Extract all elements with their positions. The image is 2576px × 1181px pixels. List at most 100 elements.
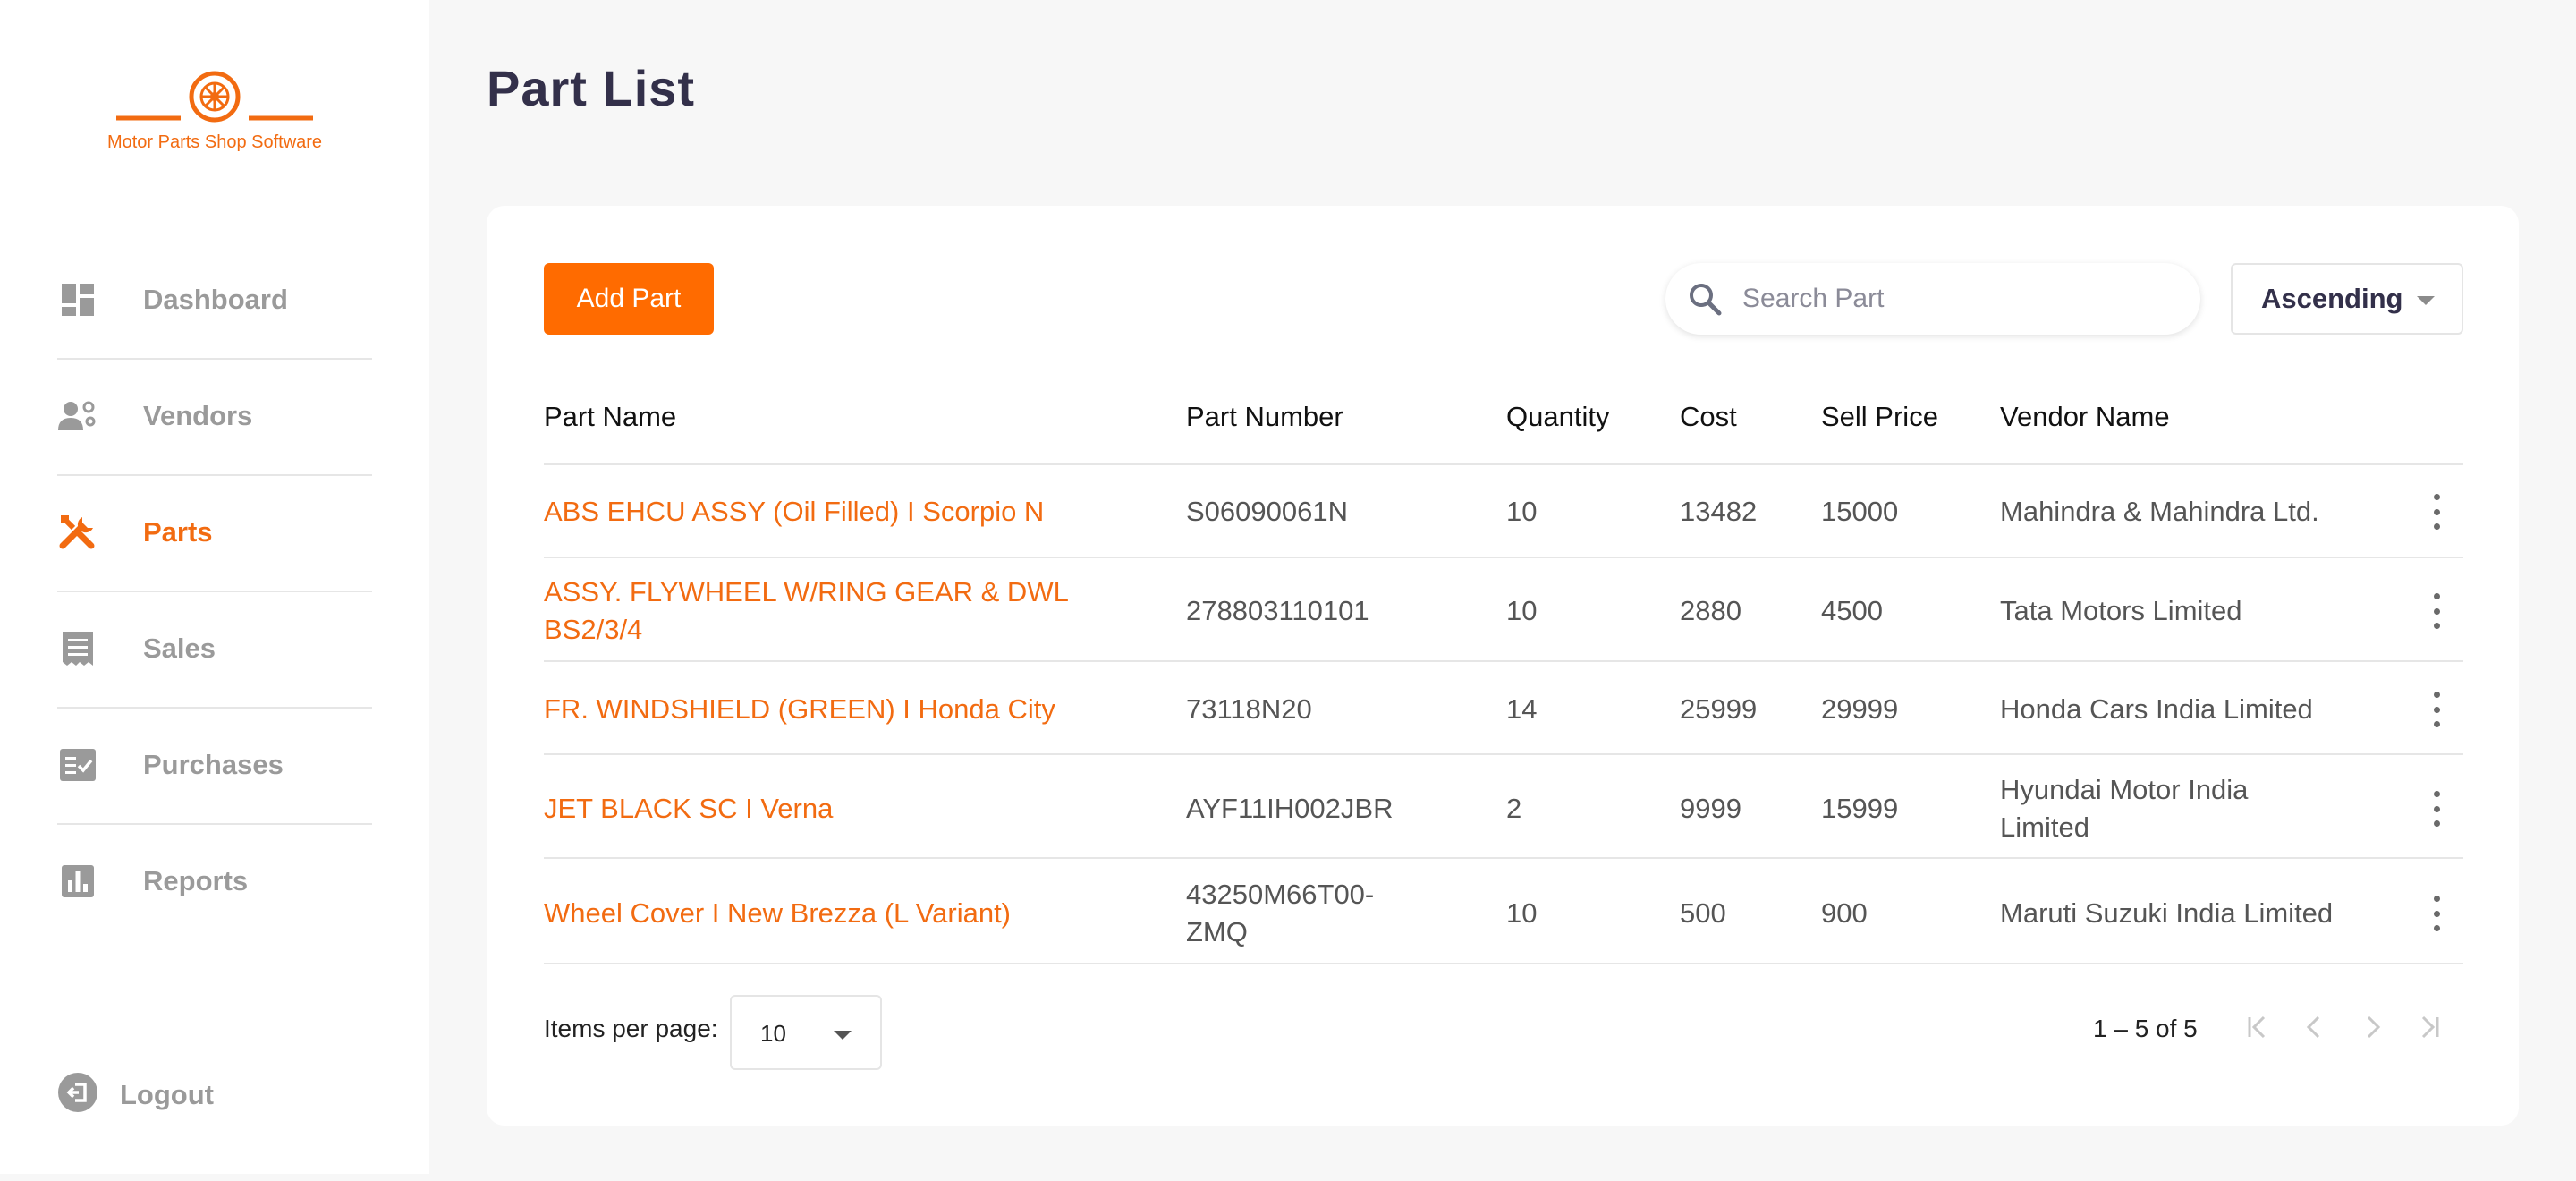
- page-title: Part List: [487, 60, 696, 116]
- sell-price: 4500: [1821, 595, 1883, 626]
- vendor-name: Mahindra & Mahindra Ltd.: [2000, 493, 2319, 531]
- quantity: 10: [1506, 897, 1538, 929]
- part-number-line: 73118N20: [1186, 693, 1312, 725]
- row-divider: [544, 557, 2463, 558]
- tools-icon: [57, 512, 98, 553]
- column-header-quantity[interactable]: Quantity: [1506, 401, 1609, 433]
- vendor-name: Maruti Suzuki India Limited: [2000, 895, 2333, 932]
- logout-label: Logout: [120, 1078, 215, 1110]
- more-options-icon[interactable]: [2428, 593, 2445, 629]
- quantity: 10: [1506, 595, 1538, 626]
- part-name-link[interactable]: ABS EHCU ASSY (Oil Filled) I Scorpio N: [544, 493, 1044, 531]
- wheel-logo-icon: [116, 71, 313, 123]
- vendor-name-line: Limited: [2000, 811, 2089, 843]
- sidebar-item-label: Dashboard: [143, 284, 288, 315]
- last-page-icon[interactable]: [2411, 1009, 2447, 1045]
- part-name-line: ABS EHCU ASSY (Oil Filled) I Scorpio N: [544, 496, 1045, 527]
- vendors-icon: [57, 395, 98, 437]
- vendor-name-line: Hyundai Motor India: [2000, 774, 2249, 805]
- more-options-icon[interactable]: [2428, 692, 2445, 727]
- parts-card: Add Part Ascending Part Name Part Number…: [487, 206, 2519, 1126]
- part-name-link[interactable]: JET BLACK SC I Verna: [544, 790, 833, 828]
- part-name-line: FR. WINDSHIELD (GREEN) I Honda City: [544, 693, 1055, 725]
- column-header-vendor-name[interactable]: Vendor Name: [2000, 401, 2170, 433]
- row-divider: [544, 753, 2463, 755]
- part-name-line: ASSY. FLYWHEEL W/RING GEAR & DWL: [544, 576, 1069, 607]
- part-number-line: 278803110101: [1186, 595, 1369, 626]
- vendor-name: Tata Motors Limited: [2000, 592, 2242, 630]
- brand-logo[interactable]: Motor Parts Shop Software: [98, 70, 331, 159]
- part-number-line: AYF11IH002JBR: [1186, 793, 1394, 824]
- part-number-line: 43250M66T00-: [1186, 879, 1375, 910]
- next-page-icon[interactable]: [2354, 1009, 2390, 1045]
- vendor-name-line: Maruti Suzuki India Limited: [2000, 897, 2334, 929]
- part-number: AYF11IH002JBR: [1186, 790, 1393, 828]
- part-number: S06090061N: [1186, 493, 1348, 531]
- sell-price: 900: [1821, 897, 1868, 929]
- search-input[interactable]: [1742, 284, 2154, 314]
- column-header-cost[interactable]: Cost: [1680, 401, 1737, 433]
- part-number: 278803110101: [1186, 592, 1369, 630]
- vendor-name: Hyundai Motor India Limited: [2000, 771, 2248, 846]
- chevron-down-icon: [2417, 296, 2435, 305]
- logout-button[interactable]: Logout: [57, 1072, 214, 1117]
- sidebar-item-label: Sales: [143, 633, 216, 664]
- part-name-line: Wheel Cover I New Brezza (L Variant): [544, 897, 1012, 929]
- column-header-part-name[interactable]: Part Name: [544, 401, 676, 433]
- sidebar-item-vendors[interactable]: Vendors: [57, 358, 372, 474]
- sidebar-item-dashboard[interactable]: Dashboard: [57, 242, 372, 358]
- sidebar-item-reports[interactable]: Reports: [57, 823, 372, 939]
- quantity: 2: [1506, 793, 1522, 824]
- part-name-link[interactable]: ASSY. FLYWHEEL W/RING GEAR & DWL BS2/3/4: [544, 574, 1069, 649]
- vendor-name-line: Honda Cars India Limited: [2000, 693, 2313, 725]
- cost: 25999: [1680, 693, 1758, 725]
- sell-price: 15000: [1821, 496, 1899, 527]
- part-name-link[interactable]: Wheel Cover I New Brezza (L Variant): [544, 895, 1011, 932]
- search-box[interactable]: [1665, 263, 2200, 335]
- checklist-icon: [57, 744, 98, 786]
- add-part-button[interactable]: Add Part: [544, 263, 714, 335]
- more-options-icon[interactable]: [2428, 494, 2445, 530]
- sidebar-item-label: Parts: [143, 516, 213, 548]
- vendor-name-line: Mahindra & Mahindra Ltd.: [2000, 496, 2319, 527]
- sidebar-item-purchases[interactable]: Purchases: [57, 707, 372, 823]
- items-per-page-label: Items per page:: [544, 1015, 718, 1042]
- bar-chart-icon: [57, 861, 98, 902]
- sidebar-item-label: Purchases: [143, 749, 284, 780]
- sidebar-item-label: Reports: [143, 865, 249, 896]
- more-options-icon[interactable]: [2428, 896, 2445, 931]
- part-number-line: ZMQ: [1186, 916, 1248, 947]
- quantity: 14: [1506, 693, 1538, 725]
- first-page-icon[interactable]: [2240, 1009, 2275, 1045]
- sort-value: Ascending: [2261, 283, 2403, 314]
- row-divider: [544, 660, 2463, 662]
- part-name-line: BS2/3/4: [544, 614, 643, 645]
- part-name-link[interactable]: FR. WINDSHIELD (GREEN) I Honda City: [544, 691, 1055, 728]
- row-divider: [544, 963, 2463, 964]
- sell-price: 15999: [1821, 793, 1899, 824]
- sidebar-item-label: Vendors: [143, 400, 253, 431]
- part-number-line: S06090061N: [1186, 496, 1348, 527]
- items-per-page-value: 10: [760, 1020, 786, 1047]
- vendor-name: Honda Cars India Limited: [2000, 691, 2313, 728]
- brand-name: Motor Parts Shop Software: [106, 132, 323, 152]
- column-header-part-number[interactable]: Part Number: [1186, 401, 1343, 433]
- part-name-line: JET BLACK SC I Verna: [544, 793, 834, 824]
- part-number: 43250M66T00- ZMQ: [1186, 876, 1374, 951]
- sidebar-item-sales[interactable]: Sales: [57, 590, 372, 707]
- part-number: 73118N20: [1186, 691, 1312, 728]
- cost: 2880: [1680, 595, 1741, 626]
- column-header-sell-price[interactable]: Sell Price: [1821, 401, 1938, 433]
- sort-select[interactable]: Ascending: [2231, 263, 2463, 335]
- vendor-name-line: Tata Motors Limited: [2000, 595, 2242, 626]
- previous-page-icon[interactable]: [2297, 1009, 2333, 1045]
- cost: 13482: [1680, 496, 1758, 527]
- more-options-icon[interactable]: [2428, 791, 2445, 827]
- row-divider: [544, 857, 2463, 859]
- row-divider: [544, 463, 2463, 465]
- cost: 500: [1680, 897, 1726, 929]
- logout-icon: [57, 1072, 98, 1117]
- pagination-range: 1 – 5 of 5: [2093, 1015, 2198, 1042]
- items-per-page-select[interactable]: 10: [730, 995, 882, 1070]
- sidebar-item-parts[interactable]: Parts: [57, 474, 372, 590]
